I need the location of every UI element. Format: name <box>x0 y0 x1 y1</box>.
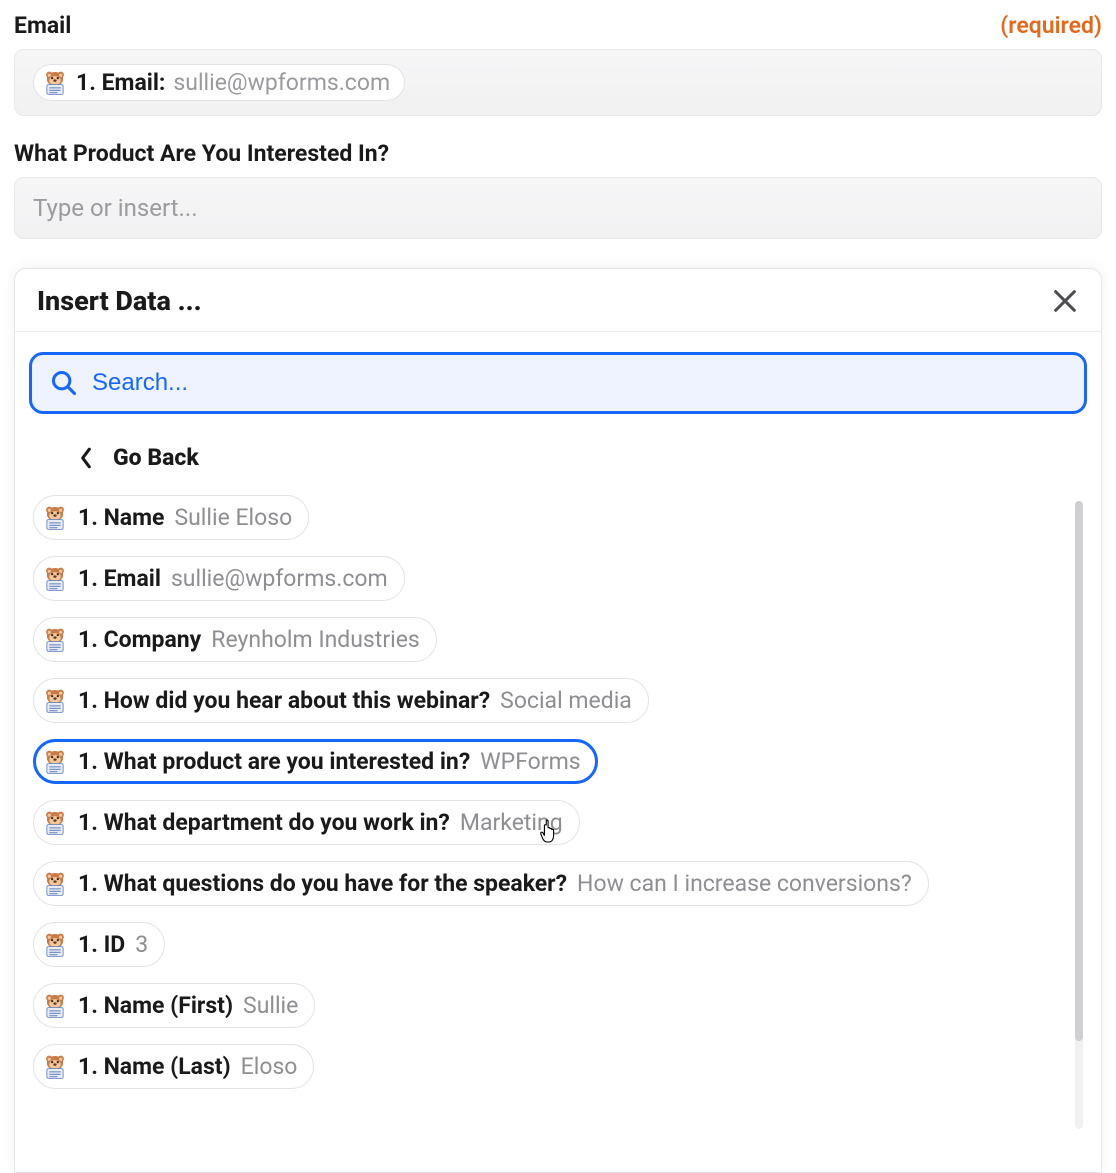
data-item-label: 1. Name (Last) <box>78 1053 231 1080</box>
wpforms-icon <box>42 566 68 592</box>
close-icon[interactable] <box>1051 287 1079 315</box>
panel-body: Go Back 1. Name Sullie Eloso 1. Email sulli… <box>15 332 1101 1172</box>
data-item-list: 1. Name Sullie Eloso 1. Email sullie@wpform… <box>29 495 1087 1135</box>
wpforms-icon <box>42 688 68 714</box>
wpforms-icon <box>42 505 68 531</box>
email-label: Email <box>14 12 71 39</box>
scrollbar-track[interactable] <box>1075 501 1083 1129</box>
insert-data-panel: Insert Data ... Go Back 1. Name Sullie El… <box>14 268 1102 1173</box>
data-item-label: 1. Name <box>78 504 164 531</box>
data-item-pill[interactable]: 1. What product are you interested in? WP… <box>33 739 598 784</box>
data-item-label: 1. What questions do you have for the sp… <box>78 870 567 897</box>
wpforms-icon <box>42 993 68 1019</box>
panel-title: Insert Data ... <box>37 285 202 317</box>
search-wrap[interactable] <box>29 352 1087 414</box>
search-icon <box>50 369 78 397</box>
data-item-value: Reynholm Industries <box>211 626 420 653</box>
product-placeholder: Type or insert... <box>33 194 198 222</box>
required-tag: (required) <box>1000 12 1102 39</box>
data-item-value: Social media <box>500 687 632 714</box>
wpforms-icon <box>42 871 68 897</box>
data-item-value: 3 <box>135 931 148 958</box>
data-item-value: WPForms <box>480 748 580 775</box>
product-label: What Product Are You Interested In? <box>14 140 389 167</box>
scrollbar-thumb[interactable] <box>1075 501 1083 1041</box>
data-item-label: 1. ID <box>78 931 125 958</box>
data-item-pill[interactable]: 1. Name (Last) Eloso <box>33 1044 314 1089</box>
data-item-pill[interactable]: 1. Name Sullie Eloso <box>33 495 309 540</box>
wpforms-icon <box>42 70 68 96</box>
email-label-row: Email (required) <box>14 12 1102 39</box>
email-field-row: Email (required) 1. Email: sullie@wpform… <box>14 12 1102 116</box>
product-label-row: What Product Are You Interested In? <box>14 140 1102 167</box>
data-item-pill[interactable]: 1. ID 3 <box>33 922 165 967</box>
data-item-label: 1. What product are you interested in? <box>78 748 470 775</box>
data-item-value: Sullie <box>243 992 298 1019</box>
email-token-label: 1. Email: <box>76 69 165 96</box>
list-wrap: 1. Name Sullie Eloso 1. Email sullie@wpform… <box>29 495 1087 1135</box>
data-item-pill[interactable]: 1. What department do you work in? Market… <box>33 800 580 845</box>
data-item-value: Sullie Eloso <box>174 504 292 531</box>
data-item-pill[interactable]: 1. Company Reynholm Industries <box>33 617 437 662</box>
wpforms-icon <box>42 1054 68 1080</box>
data-item-value: Marketing <box>460 809 563 836</box>
wpforms-icon <box>42 627 68 653</box>
email-token-value: sullie@wpforms.com <box>173 69 390 96</box>
data-item-label: 1. Name (First) <box>78 992 233 1019</box>
email-token[interactable]: 1. Email: sullie@wpforms.com <box>33 64 405 101</box>
go-back-label: Go Back <box>113 444 199 471</box>
data-item-value: sullie@wpforms.com <box>171 565 388 592</box>
product-field-row: What Product Are You Interested In? Type… <box>14 140 1102 239</box>
data-item-label: 1. Company <box>78 626 201 653</box>
data-item-label: 1. How did you hear about this webinar? <box>78 687 490 714</box>
product-input-box[interactable]: Type or insert... <box>14 177 1102 239</box>
search-input[interactable] <box>92 369 1066 397</box>
data-item-value: Eloso <box>241 1053 298 1080</box>
data-item-pill[interactable]: 1. How did you hear about this webinar? S… <box>33 678 649 723</box>
data-item-pill[interactable]: 1. Email sullie@wpforms.com <box>33 556 405 601</box>
wpforms-icon <box>42 810 68 836</box>
data-item-value: How can I increase conversions? <box>577 870 912 897</box>
panel-header: Insert Data ... <box>15 269 1101 332</box>
chevron-left-icon <box>79 447 93 469</box>
form-area: Email (required) 1. Email: sullie@wpform… <box>0 0 1116 239</box>
data-item-label: 1. What department do you work in? <box>78 809 450 836</box>
data-item-label: 1. Email <box>78 565 161 592</box>
wpforms-icon <box>42 749 68 775</box>
data-item-pill[interactable]: 1. What questions do you have for the sp… <box>33 861 929 906</box>
data-item-pill[interactable]: 1. Name (First) Sullie <box>33 983 315 1028</box>
wpforms-icon <box>42 932 68 958</box>
go-back-button[interactable]: Go Back <box>29 414 1087 495</box>
email-input-box[interactable]: 1. Email: sullie@wpforms.com <box>14 49 1102 116</box>
